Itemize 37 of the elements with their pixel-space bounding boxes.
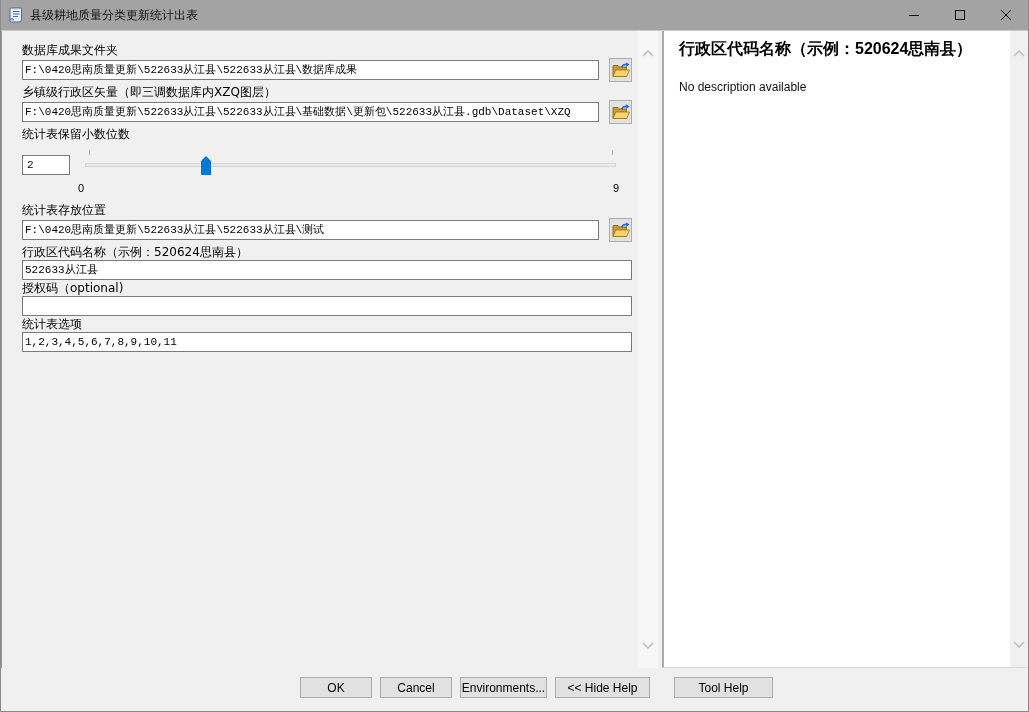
dialog-button[interactable]: Environments... (460, 677, 547, 698)
number-field[interactable]: 2 (22, 155, 70, 175)
field-label: 数据库成果文件夹 (22, 42, 118, 58)
dialog-button[interactable]: << Hide Help (555, 677, 650, 698)
close-icon[interactable] (1001, 10, 1011, 20)
scale-label: 0 (78, 181, 85, 195)
scale-label: 9 (612, 181, 619, 195)
dialog-button[interactable]: Tool Help (674, 677, 773, 698)
field-label: 统计表选项 (22, 316, 82, 332)
tick-mark (612, 150, 613, 155)
text-field[interactable]: 1,2,3,4,5,6,7,8,9,10,11 (22, 332, 632, 352)
scroll-icon (9, 7, 23, 23)
field-label: 乡镇级行政区矢量（即三调数据库内XZQ图层） (22, 84, 276, 100)
browse-button[interactable] (609, 218, 632, 242)
help-title: 行政区代码名称（示例：520624思南县） (679, 39, 974, 59)
tick-mark (89, 150, 90, 155)
folder-icon (611, 62, 630, 78)
window-title: 县级耕地质量分类更新统计出表 (30, 6, 198, 24)
folder-icon (611, 222, 630, 238)
help-description: No description available (679, 79, 808, 95)
minimize-icon[interactable] (909, 14, 919, 16)
dialog-button[interactable]: OK (300, 677, 372, 698)
browse-button[interactable] (609, 100, 632, 124)
field-label: 授权码（optional) (22, 280, 124, 296)
path-field[interactable]: F:\0420思南质量更新\522633从江县\522633从江县\基础数据\更新包\522633从江县.gdb\Dataset\XZQ (22, 102, 599, 122)
maximize-icon[interactable] (955, 10, 965, 20)
field-label: 统计表存放位置 (22, 202, 106, 218)
text-field[interactable]: 522633从江县 (22, 260, 632, 280)
dialog-button[interactable]: Cancel (380, 677, 452, 698)
path-field[interactable]: F:\0420思南质量更新\522633从江县\522633从江县\数据库成果 (22, 60, 599, 80)
field-label: 行政区代码名称（示例：520624思南县） (22, 244, 248, 260)
browse-button[interactable] (609, 58, 632, 82)
field-label: 统计表保留小数位数 (22, 126, 130, 142)
folder-icon (611, 104, 630, 120)
path-field[interactable]: F:\0420思南质量更新\522633从江县\522633从江县\测试 (22, 220, 599, 240)
text-field[interactable] (22, 296, 632, 316)
slider-thumb[interactable] (200, 156, 211, 175)
